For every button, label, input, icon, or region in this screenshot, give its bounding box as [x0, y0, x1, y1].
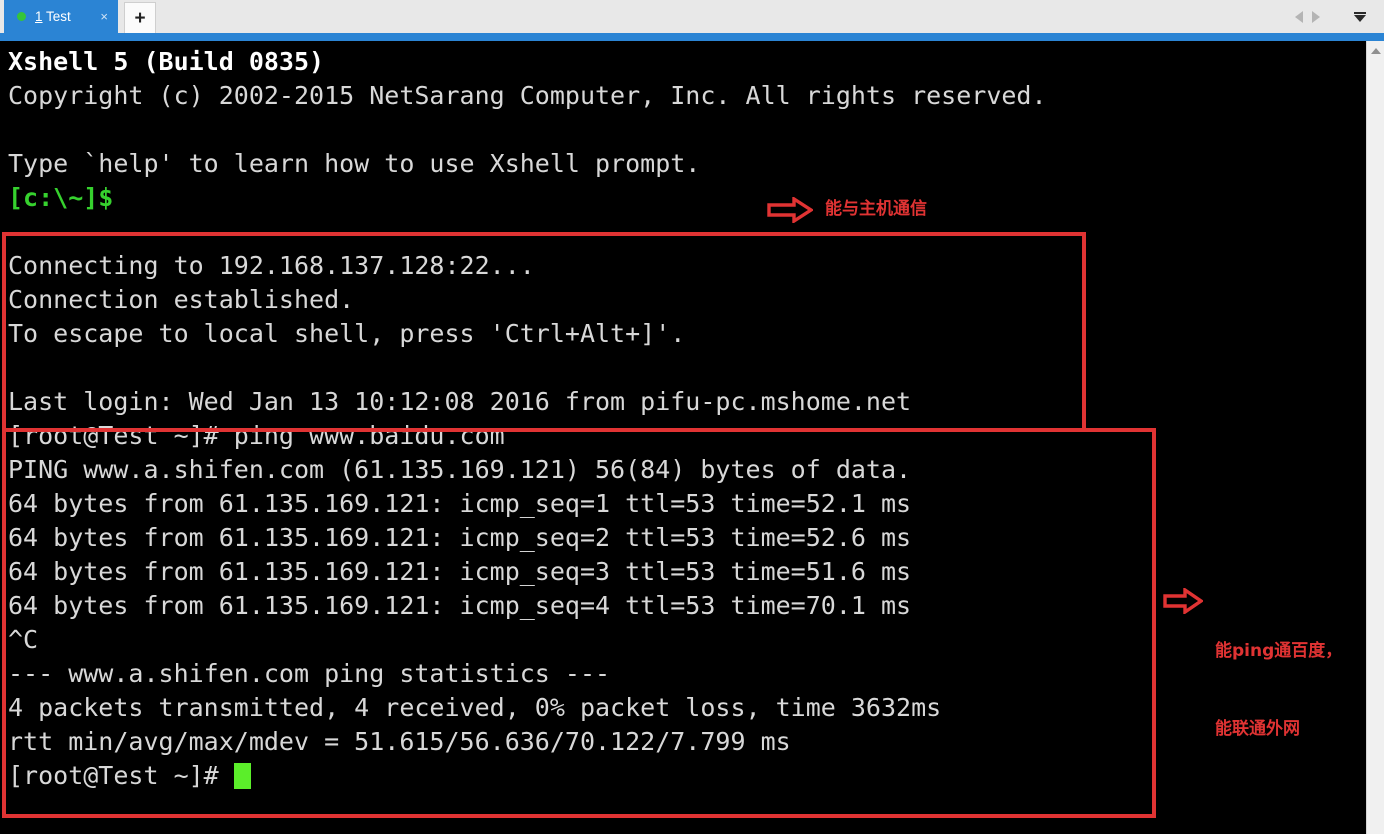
terminal-line: --- www.a.shifen.com ping statistics --- [8, 659, 611, 688]
triangle-left-icon[interactable] [1295, 10, 1303, 23]
tab-list-dropdown[interactable] [1354, 0, 1366, 33]
tab-nav-arrows [1295, 0, 1320, 33]
terminal-line: [root@Test ~]# ping www.baidu.com [8, 421, 505, 450]
tab-1-test[interactable]: 1 Test × [4, 0, 118, 33]
triangle-right-icon[interactable] [1312, 10, 1320, 23]
annotation-text-line-2: 能联通外网 [1215, 719, 1300, 739]
terminal-line: ^C [8, 625, 39, 654]
terminal-line: Type `help' to learn how to use Xshell p… [8, 149, 701, 178]
terminal-line: 64 bytes from 61.135.169.121: icmp_seq=3… [8, 557, 912, 586]
terminal-line: PING www.a.shifen.com (61.135.169.121) 5… [8, 455, 912, 484]
terminal-output[interactable]: Xshell 5 (Build 0835) Copyright (c) 2002-… [0, 41, 1366, 834]
annotation-text: 能与主机通信 [825, 199, 927, 219]
terminal-line: 64 bytes from 61.135.169.121: icmp_seq=4… [8, 591, 912, 620]
annotation-label-ping-baidu: 能ping通百度， 能联通外网 [1163, 586, 1342, 794]
terminal-line: 64 bytes from 61.135.169.121: icmp_seq=2… [8, 523, 912, 552]
terminal-line: Connecting to 192.168.137.128:22... [8, 251, 535, 280]
tab-number: 1 [35, 9, 43, 24]
new-tab-button[interactable]: + [124, 2, 156, 33]
triangle-up-icon[interactable] [1370, 48, 1381, 54]
annotation-text: 能ping通百度， 能联通外网 [1215, 586, 1342, 794]
arrow-right-outline-icon [1163, 588, 1203, 614]
xshell-window: 1 Test × + Xshell 5 (Build 0835) Copyrigh… [0, 0, 1384, 834]
terminal-line: To escape to local shell, press 'Ctrl+Al… [8, 319, 686, 348]
chevron-down-icon [1354, 11, 1366, 22]
close-icon[interactable]: × [96, 10, 112, 23]
tab-strip: 1 Test × + [0, 0, 1384, 33]
terminal-line: [c:\~]$ [8, 183, 114, 212]
vertical-scrollbar[interactable] [1366, 41, 1384, 834]
terminal-line: 64 bytes from 61.135.169.121: icmp_seq=1… [8, 489, 912, 518]
terminal-line: Connection established. [8, 285, 355, 314]
terminal-line: rtt min/avg/max/mdev = 51.615/56.636/70.… [8, 727, 791, 756]
arrow-right-outline-icon [767, 197, 813, 223]
terminal-line: 4 packets transmitted, 4 received, 0% pa… [8, 693, 942, 722]
annotation-text-line-1: 能ping通百度， [1215, 641, 1343, 661]
terminal-line: Copyright (c) 2002-2015 NetSarang Comput… [8, 81, 1047, 110]
annotation-label-host-communication: 能与主机通信 [767, 195, 927, 223]
tab-label: 1 Test [35, 9, 71, 24]
green-dot-icon [17, 12, 26, 21]
terminal-line: Xshell 5 (Build 0835) [8, 47, 325, 76]
tab-name: Test [42, 9, 71, 24]
terminal-line: [root@Test ~]# [8, 759, 251, 793]
terminal-cursor [233, 763, 251, 789]
tab-accent-bar [0, 33, 1384, 41]
terminal-line: Last login: Wed Jan 13 10:12:08 2016 fro… [8, 387, 912, 416]
